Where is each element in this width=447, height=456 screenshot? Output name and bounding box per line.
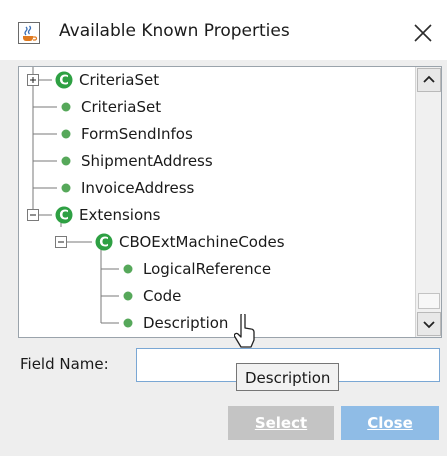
chevron-down-icon xyxy=(423,321,435,329)
field-name-label: Field Name: xyxy=(20,355,109,373)
scroll-down-button[interactable] xyxy=(417,312,441,336)
known-properties-dialog: Available Known Properties C CriteriaSet C… xyxy=(0,0,447,456)
scroll-thumb[interactable] xyxy=(418,293,440,309)
svg-text:C: C xyxy=(59,209,69,224)
chevron-up-icon xyxy=(423,75,435,83)
svg-text:C: C xyxy=(99,236,109,251)
property-icon xyxy=(123,264,133,274)
class-icon: C xyxy=(55,71,73,89)
scroll-up-button[interactable] xyxy=(417,68,441,92)
tree-item-label: CBOExtMachineCodes xyxy=(119,233,285,251)
property-icon xyxy=(61,183,71,193)
tree-item-label: LogicalReference xyxy=(143,260,272,278)
tree-item-label: FormSendInfos xyxy=(81,125,193,143)
property-icon xyxy=(123,318,133,328)
property-icon xyxy=(61,102,71,112)
close-button[interactable]: Close xyxy=(341,406,439,440)
tree-item-label: Description xyxy=(143,314,229,332)
property-icon xyxy=(61,129,71,139)
vertical-scrollbar[interactable] xyxy=(415,67,441,337)
title-bar: Available Known Properties xyxy=(0,0,447,60)
expand-icon[interactable] xyxy=(27,74,39,86)
tree-item-label: Code xyxy=(143,287,182,305)
property-icon xyxy=(61,156,71,166)
tree-item-label: ShipmentAddress xyxy=(81,152,213,170)
tree-item-label: Extensions xyxy=(79,206,161,224)
property-tree[interactable]: C CriteriaSet CriteriaSet FormSendInfos Ship… xyxy=(19,67,414,337)
class-icon: C xyxy=(55,206,73,224)
tree-item-label: CriteriaSet xyxy=(79,71,160,89)
tree-item-label: CriteriaSet xyxy=(81,98,162,116)
property-icon xyxy=(123,291,133,301)
java-coffee-icon xyxy=(18,22,40,44)
property-tree-panel: C CriteriaSet CriteriaSet FormSendInfos Ship… xyxy=(18,66,442,338)
mouse-pointer-icon xyxy=(234,314,255,348)
class-icon: C xyxy=(95,233,113,251)
close-icon[interactable] xyxy=(405,15,441,51)
tooltip: Description xyxy=(236,363,340,391)
svg-text:C: C xyxy=(59,74,69,89)
select-button[interactable]: Select xyxy=(228,406,334,440)
tree-item-label: InvoiceAddress xyxy=(81,179,195,197)
collapse-icon[interactable] xyxy=(55,236,67,248)
collapse-icon[interactable] xyxy=(27,209,39,221)
window-title: Available Known Properties xyxy=(59,21,290,41)
